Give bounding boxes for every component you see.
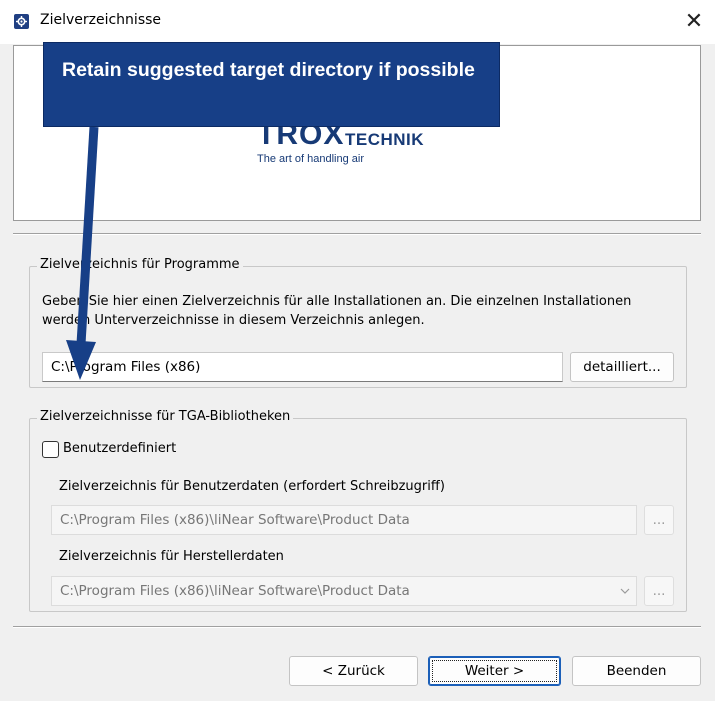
custom-checkbox[interactable] [42, 441, 59, 458]
close-button[interactable]: ✕ [676, 6, 712, 38]
logo-suffix: TECHNIK [345, 130, 425, 149]
divider-top [13, 233, 701, 235]
finish-button[interactable]: Beenden [572, 656, 701, 686]
userdata-path-input[interactable]: C:\Program Files (x86)\liNear Software\P… [51, 505, 637, 535]
userdata-browse-button[interactable]: ... [644, 505, 674, 535]
vendordata-path-select[interactable]: C:\Program Files (x86)\liNear Software\P… [51, 576, 637, 606]
programs-group-label: Zielverzeichnis für Programme [37, 257, 243, 272]
vendordata-label: Zielverzeichnis für Herstellerdaten [59, 549, 284, 564]
divider-bottom [13, 626, 701, 628]
focus-rect [432, 660, 557, 682]
detail-button[interactable]: detailliert... [570, 352, 674, 382]
chevron-down-icon [620, 588, 630, 594]
title-bar: Zielverzeichnisse ✕ [0, 0, 715, 44]
close-icon: ✕ [684, 9, 704, 34]
back-button[interactable]: < Zurück [289, 656, 418, 686]
next-button[interactable]: Weiter > [428, 656, 561, 686]
gear-icon [14, 14, 29, 29]
annotation-text: Retain suggested target directory if pos… [62, 59, 475, 81]
logo-slogan: The art of handling air [257, 153, 365, 165]
window-title: Zielverzeichnisse [40, 12, 162, 28]
programs-description: Geben Sie hier einen Zielverzeichnis für… [42, 294, 632, 328]
vendordata-value: C:\Program Files (x86)\liNear Software\P… [60, 583, 410, 599]
tga-group-label: Zielverzeichnisse für TGA-Bibliotheken [37, 409, 294, 424]
custom-checkbox-label[interactable]: Benutzerdefiniert [63, 441, 176, 456]
programs-path-input[interactable]: C:\Program Files (x86) [42, 352, 563, 382]
userdata-label: Zielverzeichnis für Benutzerdaten (erfor… [59, 479, 445, 494]
annotation-callout: Retain suggested target directory if pos… [43, 42, 500, 127]
vendordata-browse-button[interactable]: ... [644, 576, 674, 606]
